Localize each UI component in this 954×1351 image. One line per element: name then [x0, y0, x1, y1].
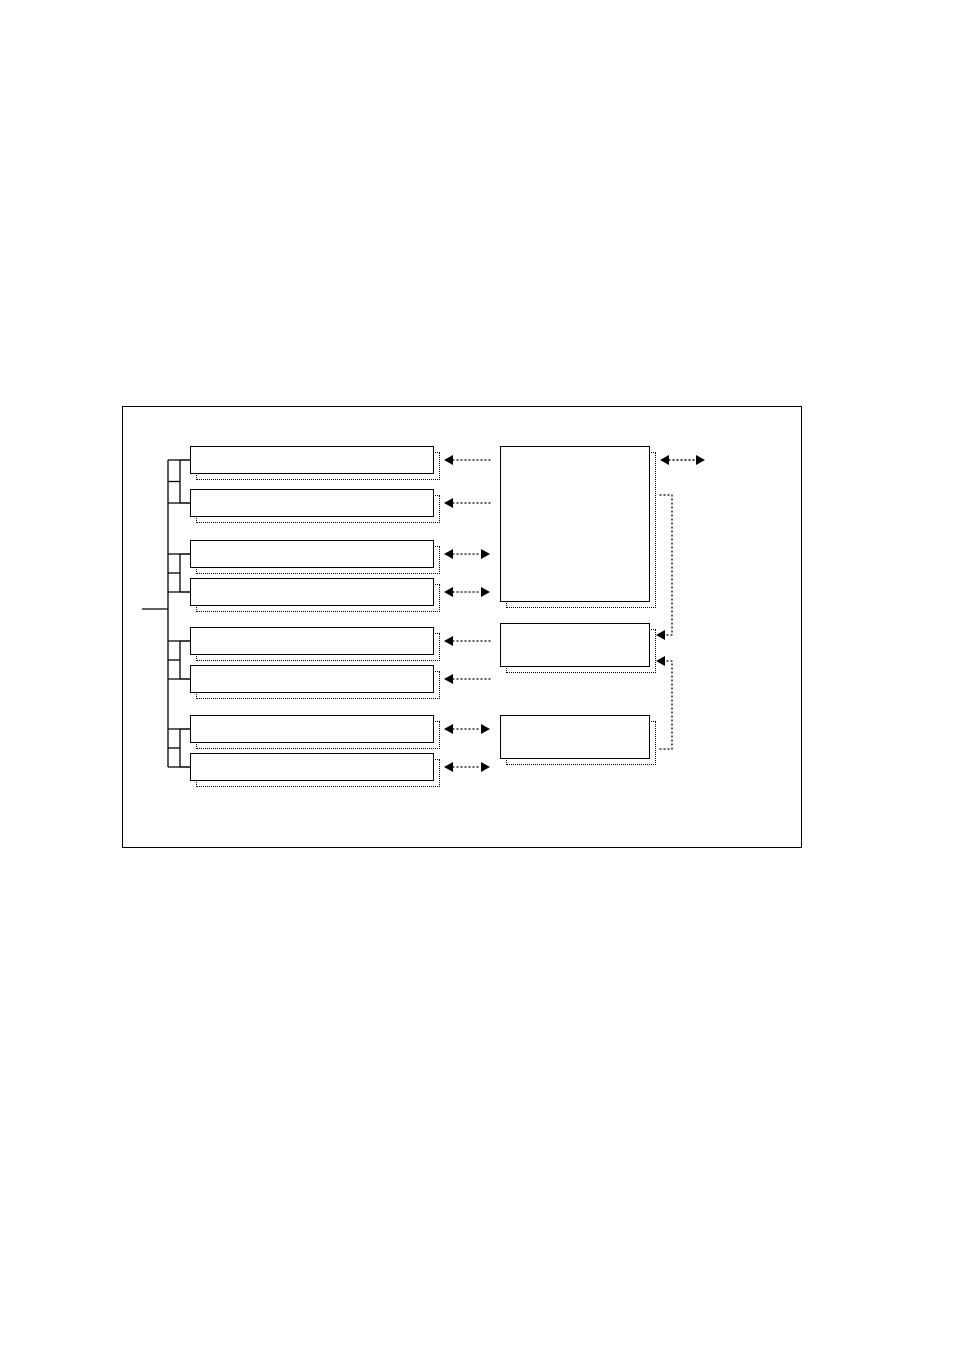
connector-layer: [0, 0, 954, 1351]
